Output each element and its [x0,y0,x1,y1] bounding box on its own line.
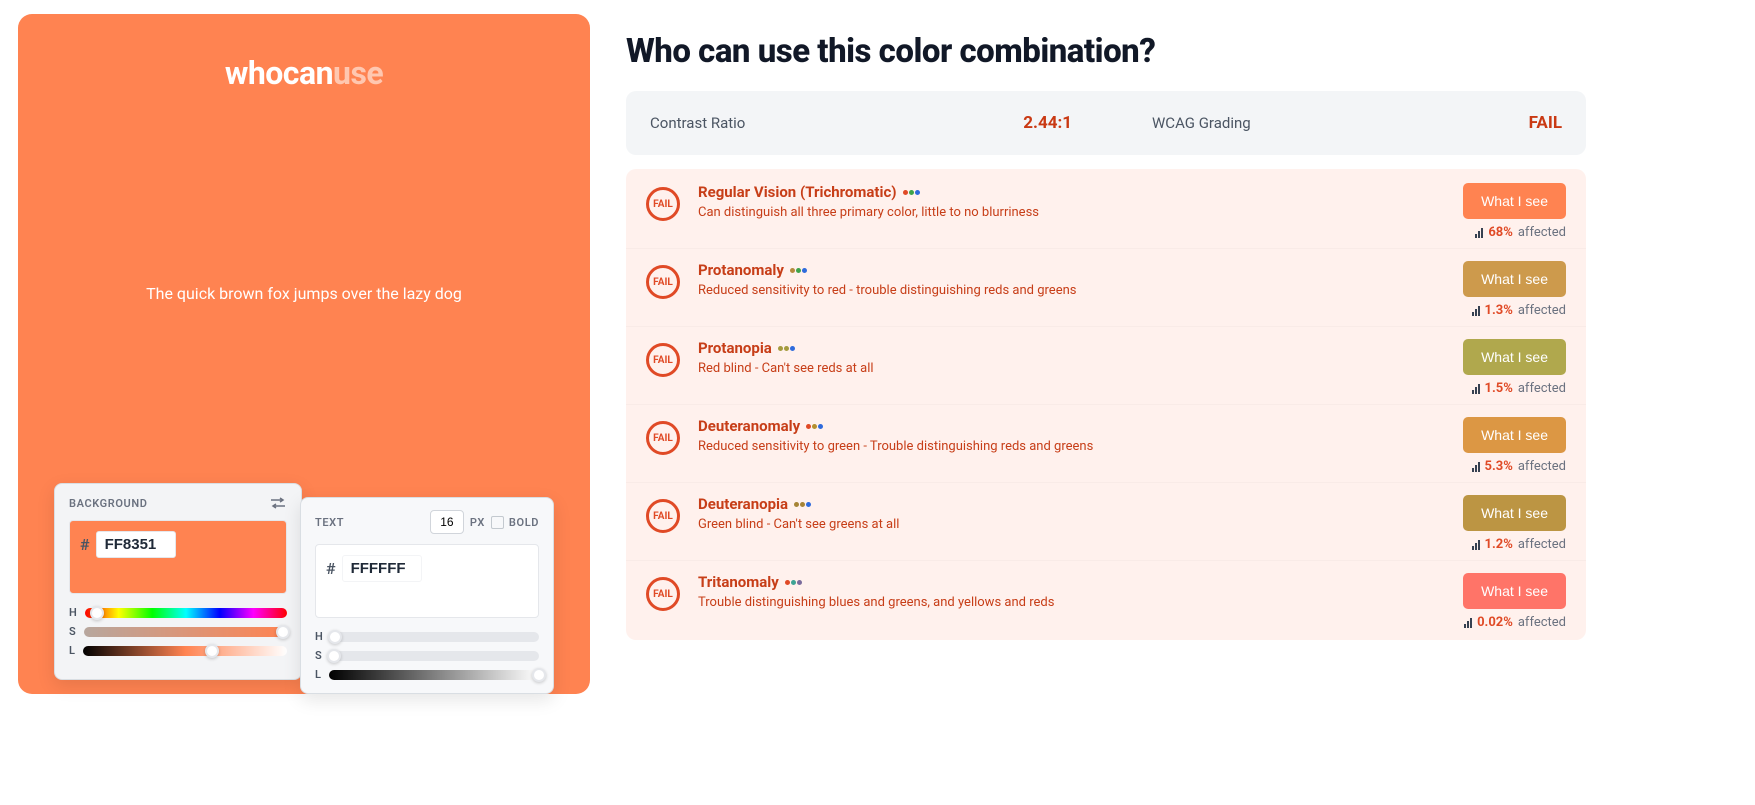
text-picker-label: TEXT [315,516,344,529]
vision-title: Deuteranomaly [698,417,1445,435]
fail-badge: FAIL [646,187,680,221]
hash-symbol: # [80,535,90,554]
page-title: Who can use this color combination? [626,32,1586,71]
affected-stat: 5.3% affected [1472,459,1566,474]
background-picker-label: BACKGROUND [69,497,147,510]
background-hue-slider[interactable] [85,608,287,618]
text-hue-slider[interactable] [331,632,539,642]
vision-description: Reduced sensitivity to red - trouble dis… [698,283,1445,298]
background-picker: BACKGROUND # H S L [54,483,302,680]
bars-icon [1475,228,1483,238]
affected-stat: 1.5% affected [1472,381,1566,396]
vision-row: FAIL Deuteranomaly Reduced sensitivity t… [626,405,1586,483]
color-dots-icon [903,190,920,195]
stats-bar: Contrast Ratio 2.44:1 WCAG Grading FAIL [626,91,1586,155]
sample-text: The quick brown fox jumps over the lazy … [18,284,590,303]
vision-row: FAIL Tritanomaly Trouble distinguishing … [626,561,1586,638]
lig-label: L [69,644,75,657]
vision-row: FAIL Protanopia Red blind - Can't see re… [626,327,1586,405]
contrast-ratio-label: Contrast Ratio [650,114,745,132]
affected-stat: 1.3% affected [1472,303,1566,318]
what-i-see-button[interactable]: What I see [1463,495,1566,531]
bars-icon [1472,540,1480,550]
logo-part-who: who [225,54,283,92]
what-i-see-button[interactable]: What I see [1463,417,1566,453]
vision-row: FAIL Deuteranopia Green blind - Can't se… [626,483,1586,561]
background-lig-slider[interactable] [83,646,287,656]
color-dots-icon [794,502,811,507]
bold-checkbox[interactable] [491,516,504,529]
wcag-value: FAIL [1529,113,1562,133]
fail-badge: FAIL [646,265,680,299]
bars-icon [1472,384,1480,394]
vision-title: Protanomaly [698,261,1445,279]
vision-description: Can distinguish all three primary color,… [698,205,1445,220]
vision-description: Trouble distinguishing blues and greens,… [698,595,1445,610]
contrast-ratio-value: 2.44:1 [1023,113,1072,133]
swap-colors-icon[interactable] [269,496,287,510]
fail-badge: FAIL [646,343,680,377]
preview-card: whocanuse The quick brown fox jumps over… [18,14,590,694]
hue-label: H [69,606,77,619]
text-lig-slider[interactable] [329,670,539,680]
fail-badge: FAIL [646,577,680,611]
bars-icon [1464,618,1472,628]
vision-description: Green blind - Can't see greens at all [698,517,1445,532]
what-i-see-button[interactable]: What I see [1463,339,1566,375]
vision-row: FAIL Protanomaly Reduced sensitivity to … [626,249,1586,327]
text-hex-input[interactable] [342,555,422,582]
text-swatch[interactable]: # [315,544,539,618]
color-dots-icon [785,580,802,585]
logo: whocanuse [18,14,590,92]
bars-icon [1472,306,1480,316]
vision-type-list: FAIL Regular Vision (Trichromatic) Can d… [626,169,1586,640]
vision-row: FAIL Regular Vision (Trichromatic) Can d… [626,171,1586,249]
vision-description: Reduced sensitivity to green - Trouble d… [698,439,1445,454]
bars-icon [1472,462,1480,472]
logo-part-use: use [333,54,383,92]
vision-title: Deuteranopia [698,495,1445,513]
px-label: PX [470,516,485,529]
lig-label: L [315,668,321,681]
what-i-see-button[interactable]: What I see [1463,573,1566,609]
affected-stat: 68% affected [1475,225,1566,240]
fail-badge: FAIL [646,421,680,455]
font-size-input[interactable] [430,510,464,534]
fail-badge: FAIL [646,499,680,533]
background-sat-slider[interactable] [84,627,287,637]
text-sat-slider[interactable] [330,651,539,661]
vision-title: Tritanomaly [698,573,1445,591]
what-i-see-button[interactable]: What I see [1463,261,1566,297]
text-picker: TEXT PX BOLD # H [300,497,554,694]
vision-title: Protanopia [698,339,1445,357]
affected-stat: 0.02% affected [1464,615,1566,630]
background-hex-input[interactable] [96,531,176,558]
hue-label: H [315,630,323,643]
vision-title: Regular Vision (Trichromatic) [698,183,1445,201]
color-dots-icon [778,346,795,351]
color-dots-icon [790,268,807,273]
bold-label: BOLD [509,516,539,529]
color-dots-icon [806,424,823,429]
sat-label: S [69,625,76,638]
hash-symbol: # [326,559,336,578]
affected-stat: 1.2% affected [1472,537,1566,552]
background-swatch[interactable]: # [69,520,287,594]
sat-label: S [315,649,322,662]
what-i-see-button[interactable]: What I see [1463,183,1566,219]
vision-description: Red blind - Can't see reds at all [698,361,1445,376]
wcag-label: WCAG Grading [1152,114,1251,132]
logo-part-can: can [283,54,333,92]
